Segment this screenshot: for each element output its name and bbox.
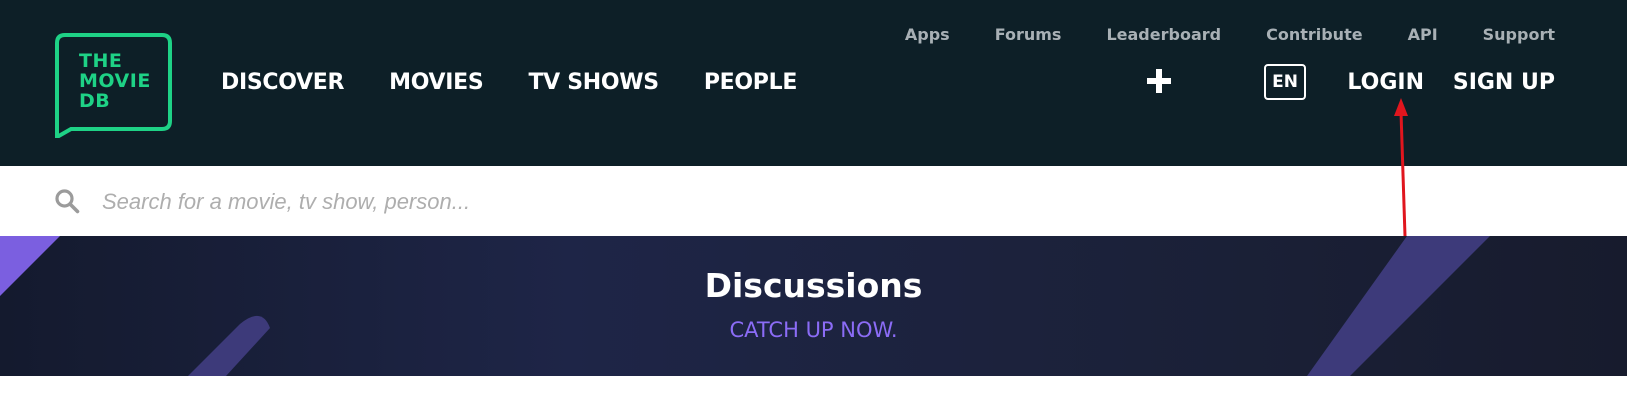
language-button[interactable]: EN xyxy=(1264,64,1306,100)
nav-support[interactable]: Support xyxy=(1483,25,1555,44)
nav-leaderboard[interactable]: Leaderboard xyxy=(1106,25,1221,44)
nav-people[interactable]: PEOPLE xyxy=(704,70,798,95)
discussions-banner: Discussions CATCH UP NOW. xyxy=(0,236,1627,376)
login-link[interactable]: LOGIN xyxy=(1347,70,1424,95)
catch-up-link[interactable]: CATCH UP NOW. xyxy=(0,318,1627,342)
banner-title: Discussions xyxy=(704,266,923,305)
nav-api[interactable]: API xyxy=(1408,25,1438,44)
nav-movies[interactable]: MOVIES xyxy=(389,70,484,95)
page: THE MOVIE DB DISCOVER MOVIES TV SHOWS PE… xyxy=(0,0,1627,414)
signup-link[interactable]: SIGN UP xyxy=(1453,70,1555,95)
secondary-nav: Apps Forums Leaderboard Contribute API S… xyxy=(905,25,1555,44)
logo-text: THE MOVIE DB xyxy=(79,50,151,112)
nav-discover[interactable]: DISCOVER xyxy=(221,70,344,95)
plus-icon[interactable] xyxy=(1145,67,1173,95)
nav-contribute[interactable]: Contribute xyxy=(1266,25,1363,44)
banner-decoration xyxy=(0,236,1490,376)
nav-tv-shows[interactable]: TV SHOWS xyxy=(528,70,659,95)
main-nav: DISCOVER MOVIES TV SHOWS PEOPLE xyxy=(221,70,797,95)
search-bar xyxy=(0,166,1627,236)
search-icon xyxy=(55,189,80,214)
nav-forums[interactable]: Forums xyxy=(995,25,1062,44)
site-header: THE MOVIE DB DISCOVER MOVIES TV SHOWS PE… xyxy=(0,0,1627,166)
search-input[interactable] xyxy=(100,180,1204,224)
site-logo[interactable]: THE MOVIE DB xyxy=(55,33,172,141)
nav-apps[interactable]: Apps xyxy=(905,25,950,44)
